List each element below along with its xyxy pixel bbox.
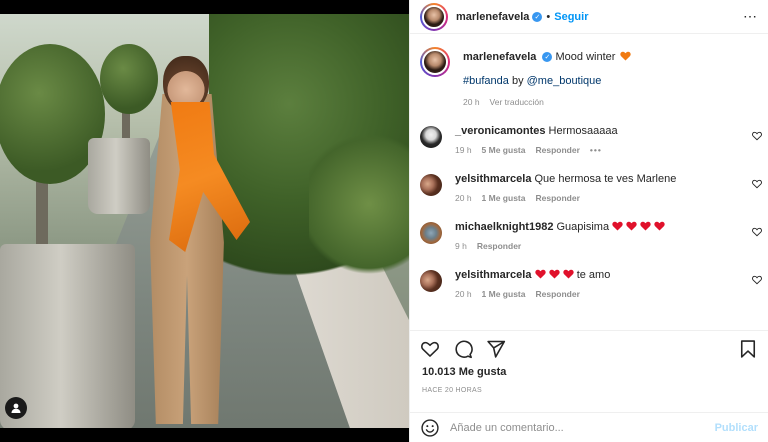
post-details-panel: marlenefavela ✓ • Seguir ⋯ marlenefavela… — [409, 0, 768, 442]
mention-link[interactable]: @me_boutique — [527, 75, 602, 87]
bookmark-save-icon[interactable] — [738, 339, 758, 359]
orange-heart-icon — [619, 51, 631, 61]
comment-username[interactable]: yelsithmarcela — [455, 269, 531, 281]
comment-item: yelsithmarcela Que hermosa te ves Marlen… — [410, 172, 768, 206]
add-comment-bar: Publicar — [410, 412, 768, 442]
comment-text: Guapisima — [556, 221, 610, 233]
comments-list[interactable]: marlenefavela ✓ Mood winter #bufanda by … — [410, 36, 768, 326]
red-heart-icon — [626, 221, 637, 231]
comment-bubble-icon[interactable] — [453, 339, 473, 359]
author-avatar[interactable] — [420, 47, 450, 77]
comment-time: 19 h — [455, 145, 472, 155]
hashtag-link[interactable]: #bufanda — [463, 75, 509, 87]
comment-time: 20 h — [455, 289, 472, 299]
like-comment-heart-icon[interactable] — [752, 131, 762, 141]
red-hearts-emoji — [612, 221, 665, 233]
comment-likes[interactable]: 1 Me gusta — [482, 287, 526, 302]
post-time-ago: HACE 20 HORAS — [422, 387, 482, 394]
comment-username[interactable]: yelsithmarcela — [455, 173, 531, 185]
shrub — [309, 104, 409, 304]
author-username[interactable]: marlenefavela — [456, 11, 529, 23]
caption-username[interactable]: marlenefavela — [463, 51, 536, 63]
red-heart-icon — [562, 269, 574, 279]
share-paper-plane-icon[interactable] — [486, 339, 506, 359]
comment-meta: 20 h 1 Me gusta Responder — [455, 287, 758, 302]
reply-button[interactable]: Responder — [477, 239, 521, 254]
caption: marlenefavela ✓ Mood winter #bufanda by … — [410, 47, 768, 110]
verified-badge-icon: ✓ — [542, 52, 553, 63]
comment-item: yelsithmarcela te amo 20 h 1 Me gusta Re… — [410, 268, 768, 302]
commenter-avatar[interactable] — [420, 222, 442, 244]
comment-item: _veronicamontes Hermosaaaaa 19 h 5 Me gu… — [410, 124, 768, 158]
like-comment-heart-icon[interactable] — [752, 275, 762, 285]
verified-badge-icon: ✓ — [532, 11, 543, 22]
post-actions — [410, 330, 768, 366]
caption-content: marlenefavela ✓ Mood winter #bufanda by … — [463, 47, 758, 110]
planter-pot — [88, 138, 150, 214]
comment-options-button[interactable]: ••• — [590, 143, 602, 158]
commenter-avatar[interactable] — [420, 174, 442, 196]
comment-text: Hermosaaaaa — [548, 125, 618, 137]
comment-time: 9 h — [455, 241, 467, 251]
red-heart-icon — [534, 269, 546, 279]
caption-time: 20 h — [463, 97, 480, 107]
comment-item: michaelknight1982 Guapisima 9 h Responde… — [410, 220, 768, 254]
comment-meta: 20 h 1 Me gusta Responder — [455, 191, 758, 206]
like-comment-heart-icon[interactable] — [752, 227, 762, 237]
comment-username[interactable]: _veronicamontes — [455, 125, 545, 137]
red-heart-icon — [654, 221, 665, 231]
comment-meta: 9 h Responder — [455, 239, 758, 254]
tagged-user-button[interactable] — [5, 397, 27, 419]
comment-meta: 19 h 5 Me gusta Responder ••• — [455, 143, 758, 158]
publish-button[interactable]: Publicar — [715, 422, 758, 434]
comment-content: yelsithmarcela Que hermosa te ves Marlen… — [455, 172, 758, 206]
see-translation-link[interactable]: Ver traducción — [490, 95, 544, 110]
red-hearts-emoji — [534, 269, 577, 281]
comment-input[interactable] — [450, 421, 715, 434]
like-comment-heart-icon[interactable] — [752, 179, 762, 189]
photo-scene — [0, 14, 409, 428]
comment-time: 20 h — [455, 193, 472, 203]
separator-dot: • — [546, 10, 551, 23]
comment-username[interactable]: michaelknight1982 — [455, 221, 553, 233]
comment-content: michaelknight1982 Guapisima 9 h Responde… — [455, 220, 758, 254]
like-heart-icon[interactable] — [420, 339, 440, 359]
post-photo[interactable] — [0, 0, 409, 442]
reply-button[interactable]: Responder — [535, 287, 579, 302]
more-options-icon[interactable]: ⋯ — [743, 8, 758, 25]
follow-button[interactable]: Seguir — [554, 11, 588, 23]
author-avatar[interactable] — [420, 2, 448, 31]
reply-button[interactable]: Responder — [535, 191, 579, 206]
caption-text: Mood winter — [555, 51, 616, 63]
commenter-avatar[interactable] — [420, 126, 442, 148]
comment-content: _veronicamontes Hermosaaaaa 19 h 5 Me gu… — [455, 124, 758, 158]
topiary-tree — [100, 44, 158, 114]
comment-likes[interactable]: 5 Me gusta — [482, 143, 526, 158]
emoji-smiley-icon[interactable] — [420, 418, 440, 438]
user-icon — [11, 403, 21, 413]
red-heart-icon — [612, 221, 623, 231]
comment-text: Que hermosa te ves Marlene — [534, 173, 677, 185]
likes-count[interactable]: 10.013 Me gusta — [422, 366, 506, 378]
commenter-avatar[interactable] — [420, 270, 442, 292]
red-heart-icon — [548, 269, 560, 279]
reply-button[interactable]: Responder — [535, 143, 579, 158]
comment-likes[interactable]: 1 Me gusta — [482, 191, 526, 206]
caption-by: by — [511, 75, 524, 87]
comment-content: yelsithmarcela te amo 20 h 1 Me gusta Re… — [455, 268, 758, 302]
comment-text: te amo — [576, 269, 611, 281]
post-header: marlenefavela ✓ • Seguir ⋯ — [410, 0, 768, 34]
red-heart-icon — [640, 221, 651, 231]
caption-meta: 20 h Ver traducción — [463, 95, 758, 110]
